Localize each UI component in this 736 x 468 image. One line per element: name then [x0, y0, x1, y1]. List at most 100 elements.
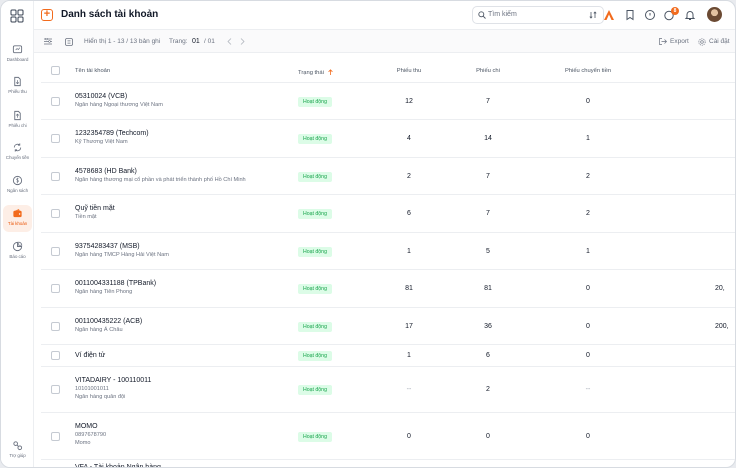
row-checkbox[interactable] — [51, 247, 60, 256]
avatar[interactable] — [707, 7, 722, 22]
sidebar-item-2[interactable]: Phiếu thu — [3, 73, 32, 100]
account-detail: 10101001011 — [75, 386, 109, 392]
filter-icon[interactable] — [44, 38, 52, 45]
account-name-cell: VITADAIRY - 100110011 10101001011 Ngân hàn… — [75, 377, 151, 400]
report-icon — [12, 241, 23, 252]
row-checkbox[interactable] — [51, 97, 60, 106]
table-row[interactable]: 1232354789 (Techcom) Kỹ Thương Việt Nam Ho… — [41, 120, 735, 158]
payments-count: 14 — [484, 135, 492, 142]
wallet-icon — [13, 209, 22, 218]
sidebar-item-label: Phiếu thu — [8, 89, 27, 94]
status-badge: Hoạt động — [298, 351, 332, 361]
column-header-receipts[interactable]: Phiếu thu — [389, 68, 429, 74]
account-detail: Kỹ Thương Việt Nam — [75, 139, 128, 145]
page-current[interactable]: 01 — [192, 38, 200, 45]
receipts-count: 2 — [407, 173, 411, 180]
row-checkbox[interactable] — [51, 209, 60, 218]
columns-icon[interactable] — [65, 38, 73, 46]
bookmark-icon[interactable] — [624, 9, 636, 21]
table-row[interactable]: MOMO 0897678790 Momo Hoạt động 0 0 0 — [41, 413, 735, 460]
status-badge: Hoạt động — [298, 172, 332, 182]
records-summary: Hiển thị 1 - 13 / 13 bản ghi — [84, 38, 161, 45]
account-name: VFA - Tài khoản Ngân hàng — [75, 464, 161, 468]
gear-icon — [698, 38, 706, 46]
receipts-count: 6 — [407, 210, 411, 217]
transfers-count: -- — [585, 386, 591, 393]
receipts-count: 4 — [407, 135, 411, 142]
payments-count: 0 — [486, 433, 490, 440]
account-name-cell: 001100435222 (ACB) Ngân hàng Á Châu — [75, 318, 142, 333]
row-checkbox[interactable] — [51, 385, 60, 394]
row-checkbox[interactable] — [51, 322, 60, 331]
page-title: Danh sách tài khoản — [61, 9, 159, 20]
chevron-left-icon[interactable] — [227, 38, 233, 45]
table-row[interactable]: 93754283437 (MSB) Ngân hàng TMCP Hàng Hải… — [41, 233, 735, 270]
app-window: Dashboard Phiếu thu Phiếu chi Chuyển tiền Ng… — [0, 0, 736, 468]
account-name-cell: Ví điện tử — [75, 352, 105, 359]
balance-value: 20, — [715, 285, 725, 292]
payments-count: 7 — [486, 173, 490, 180]
sidebar-item-label: Trợ giúp — [9, 453, 26, 458]
status-badge: Hoạt động — [298, 134, 332, 144]
balance-value: 200, — [715, 323, 729, 330]
column-header-transfers[interactable]: Phiếu chuyển tiền — [553, 68, 623, 74]
table-row[interactable]: Ví điện tử Hoạt động 1 6 0 — [41, 345, 735, 367]
sidebar-item-label: Chuyển tiền — [5, 155, 30, 160]
top-header: + Danh sách tài khoản Tìm kiếm 8 — [34, 1, 735, 30]
select-all-checkbox[interactable] — [51, 66, 60, 75]
account-name-cell: VFA - Tài khoản Ngân hàng — [75, 464, 161, 468]
sidebar-item-6[interactable]: Tài khoản — [3, 205, 32, 232]
column-header-payments[interactable]: Phiếu chi — [468, 68, 508, 74]
sort-icon[interactable] — [589, 11, 597, 19]
row-checkbox[interactable] — [51, 134, 60, 143]
add-account-button[interactable]: + — [41, 9, 53, 21]
transfers-count: 0 — [586, 285, 590, 292]
chevron-right-icon[interactable] — [239, 38, 245, 45]
table-toolbar: Hiển thị 1 - 13 / 13 bản ghi Trang: 01 /… — [34, 30, 735, 53]
receipts-count: 1 — [407, 352, 411, 359]
account-name-cell: 0011004331188 (TPBank) Ngân hàng Tiên Pho… — [75, 280, 156, 295]
settings-button[interactable]: Cài đặt — [709, 38, 730, 45]
transfers-count: 0 — [586, 98, 590, 105]
search-placeholder: Tìm kiếm — [488, 11, 517, 18]
table-row[interactable]: VFA - Tài khoản Ngân hàng — [41, 460, 735, 468]
app-grid-icon[interactable] — [10, 9, 24, 23]
table-row[interactable]: 001100435222 (ACB) Ngân hàng Á Châu Hoạt đ… — [41, 308, 735, 345]
sidebar-item-4[interactable]: Chuyển tiền — [3, 139, 32, 166]
search-input[interactable]: Tìm kiếm — [472, 6, 604, 24]
column-header-name[interactable]: Tên tài khoản — [75, 68, 110, 74]
row-checkbox[interactable] — [51, 284, 60, 293]
account-detail: 0897678790 — [75, 432, 107, 438]
column-header-status[interactable]: Trạng thái — [298, 69, 333, 76]
table-row[interactable]: 05310024 (VCB) Ngân hàng Ngoại thương Việ… — [41, 83, 735, 120]
page-total: / 01 — [204, 38, 215, 45]
sidebar-item-1[interactable]: Dashboard — [3, 41, 32, 68]
account-name-cell: 05310024 (VCB) Ngân hàng Ngoại thương Việ… — [75, 93, 163, 108]
sidebar-item-3[interactable]: Phiếu chi — [3, 107, 32, 134]
receipts-count: 17 — [405, 323, 413, 330]
transfers-count: 1 — [586, 248, 590, 255]
status-badge: Hoạt động — [298, 209, 332, 219]
table-row[interactable]: 0011004331188 (TPBank) Ngân hàng Tiên Pho… — [41, 270, 735, 308]
account-detail: Ngân hàng Tiên Phong — [75, 289, 133, 295]
payments-count: 6 — [486, 352, 490, 359]
sidebar-item-label: Dashboard — [6, 57, 29, 62]
table-row[interactable]: 4578683 (HD Bank) Ngân hàng thương mại cổ… — [41, 158, 735, 195]
table-row[interactable]: Quỹ tiền mặt Tiền mặt Hoạt động 6 7 2 — [41, 195, 735, 233]
bell-icon[interactable] — [684, 9, 696, 21]
transfers-count: 2 — [586, 210, 590, 217]
row-checkbox[interactable] — [51, 351, 60, 360]
status-badge: Hoạt động — [298, 97, 332, 107]
account-name: MOMO — [75, 423, 98, 430]
export-button[interactable]: Export — [670, 38, 689, 45]
sidebar-item-7[interactable]: Báo cáo — [3, 238, 32, 265]
chat-icon[interactable] — [644, 9, 656, 21]
table-row[interactable]: VITADAIRY - 100110011 10101001011 Ngân hàn… — [41, 367, 735, 413]
row-checkbox[interactable] — [51, 432, 60, 441]
transfer-icon — [13, 143, 22, 152]
row-checkbox[interactable] — [51, 172, 60, 181]
sidebar-item-5[interactable]: Ngân sách — [3, 172, 32, 199]
sidebar-item-help[interactable]: Trợ giúp — [3, 437, 32, 464]
payments-count: 7 — [486, 210, 490, 217]
account-name: 93754283437 (MSB) — [75, 243, 140, 250]
